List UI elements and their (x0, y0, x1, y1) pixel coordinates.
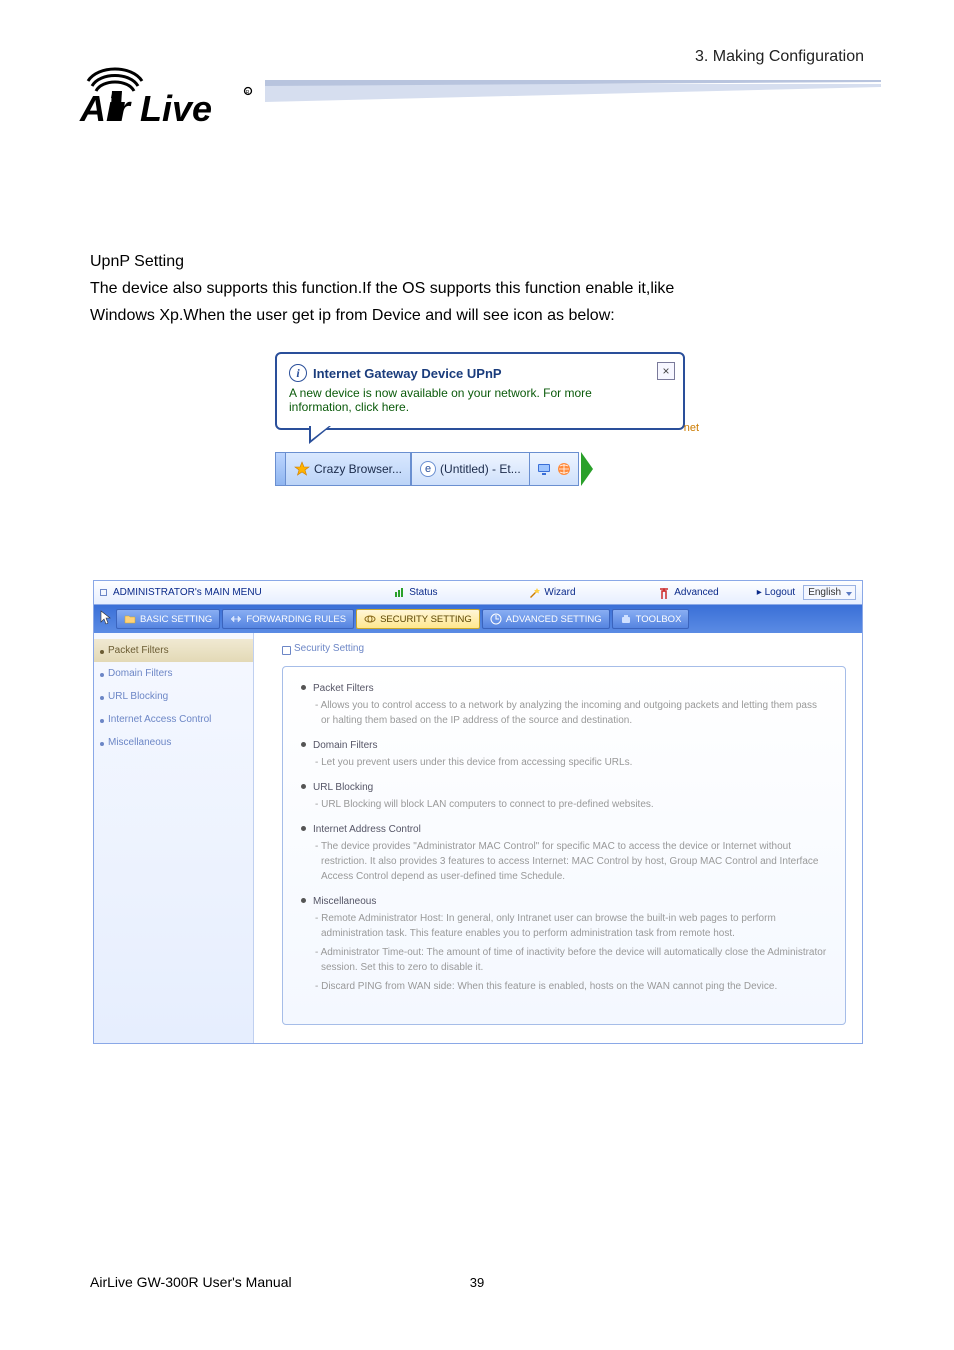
language-select[interactable]: English (803, 585, 856, 600)
star-icon (294, 461, 310, 477)
content-box: Packet Filters Allows you to control acc… (282, 666, 846, 1025)
balloon-body: A new device is now available on your ne… (289, 386, 671, 414)
taskbar: Crazy Browser... e (Untitled) - Et... (275, 452, 685, 486)
header-separator (265, 78, 881, 108)
upnp-line2: Windows Xp.When the user get ip from Dev… (90, 304, 864, 329)
tab-advanced-setting[interactable]: ADVANCED SETTING (482, 609, 610, 629)
svg-text:R: R (246, 90, 250, 96)
taskbar-crazy-browser[interactable]: Crazy Browser... (285, 452, 411, 486)
advanced-icon (658, 587, 670, 599)
globe-icon (556, 461, 572, 477)
net-label: net (684, 422, 699, 434)
status-icon (393, 587, 405, 599)
close-icon[interactable]: × (657, 362, 675, 380)
ie-icon: e (420, 461, 436, 477)
balloon-title: Internet Gateway Device UPnP (313, 366, 502, 381)
tab-toolbox[interactable]: TOOLBOX (612, 609, 690, 629)
upnp-heading: UpnP Setting (90, 250, 864, 275)
tab-basic-setting[interactable]: BASIC SETTING (116, 609, 220, 629)
tab-security-setting[interactable]: SECURITY SETTING (356, 609, 480, 629)
svg-text:Air Live: Air Live (79, 88, 212, 129)
sidebar-item-domain-filters[interactable]: Domain Filters (94, 662, 253, 685)
main-menu-title: ADMINISTRATOR's MAIN MENU (113, 587, 347, 598)
section-desc: Remote Administrator Host: In general, o… (313, 911, 827, 941)
body-text: UpnP Setting The device also supports th… (90, 250, 864, 330)
section-desc: Let you prevent users under this device … (313, 755, 827, 770)
section-desc: The device provides "Administrator MAC C… (313, 839, 827, 884)
sidebar-item-internet-access-control[interactable]: Internet Access Control (94, 708, 253, 731)
cursor-icon (100, 610, 114, 629)
chapter-title: 3. Making Configuration (695, 48, 864, 66)
sidebar-item-packet-filters[interactable]: Packet Filters (94, 639, 253, 662)
taskbar-crazy-label: Crazy Browser... (314, 462, 402, 476)
green-arrow-icon (581, 452, 593, 486)
section-title[interactable]: Miscellaneous (313, 894, 827, 909)
nav-advanced[interactable]: Advanced (620, 587, 757, 599)
sidebar-item-url-blocking[interactable]: URL Blocking (94, 685, 253, 708)
section-url-blocking: URL Blocking URL Blocking will block LAN… (301, 780, 827, 812)
security-icon (364, 613, 376, 625)
taskbar-untitled[interactable]: e (Untitled) - Et... (411, 452, 530, 486)
section-title[interactable]: Internet Address Control (313, 822, 827, 837)
section-desc: Allows you to control access to a networ… (313, 698, 827, 728)
info-icon: i (289, 364, 307, 382)
wizard-icon (528, 587, 540, 599)
logout-link[interactable]: ▸ Logout (757, 587, 795, 598)
toolbox-icon (620, 613, 632, 625)
nav-wizard[interactable]: Wizard (484, 587, 621, 599)
section-desc: URL Blocking will block LAN computers to… (313, 797, 827, 812)
nav-status[interactable]: Status (347, 587, 484, 599)
forwarding-icon (230, 613, 242, 625)
bullet-icon (100, 589, 107, 596)
sidebar-item-miscellaneous[interactable]: Miscellaneous (94, 731, 253, 754)
brand-logo: Air Live R (70, 45, 255, 130)
advanced-tab-icon (490, 613, 502, 625)
tray-icons (530, 452, 579, 486)
section-title[interactable]: Domain Filters (313, 738, 827, 753)
footer-manual-title: AirLive GW-300R User's Manual (90, 1274, 292, 1290)
content-title: Security Setting (282, 643, 846, 654)
section-title[interactable]: URL Blocking (313, 780, 827, 795)
section-domain-filters: Domain Filters Let you prevent users und… (301, 738, 827, 770)
admin-ui-screenshot: ADMINISTRATOR's MAIN MENU Status Wizard … (93, 580, 863, 1044)
section-title[interactable]: Packet Filters (313, 681, 827, 696)
upnp-line1: The device also supports this function.I… (90, 277, 864, 302)
section-internet-address-control: Internet Address Control The device prov… (301, 822, 827, 884)
upnp-balloon-screenshot: i Internet Gateway Device UPnP × A new d… (275, 352, 685, 486)
section-miscellaneous: Miscellaneous Remote Administrator Host:… (301, 894, 827, 994)
section-desc: Administrator Time-out: The amount of ti… (313, 945, 827, 975)
folder-icon (124, 613, 136, 625)
section-packet-filters: Packet Filters Allows you to control acc… (301, 681, 827, 728)
page-number: 39 (470, 1275, 484, 1290)
section-desc: Discard PING from WAN side: When this fe… (313, 979, 827, 994)
taskbar-untitled-label: (Untitled) - Et... (440, 462, 521, 476)
sidebar: Packet Filters Domain Filters URL Blocki… (94, 633, 254, 1043)
monitor-icon (536, 461, 552, 477)
tab-forwarding-rules[interactable]: FORWARDING RULES (222, 609, 354, 629)
tab-row: BASIC SETTING FORWARDING RULES SECURITY … (94, 605, 862, 633)
